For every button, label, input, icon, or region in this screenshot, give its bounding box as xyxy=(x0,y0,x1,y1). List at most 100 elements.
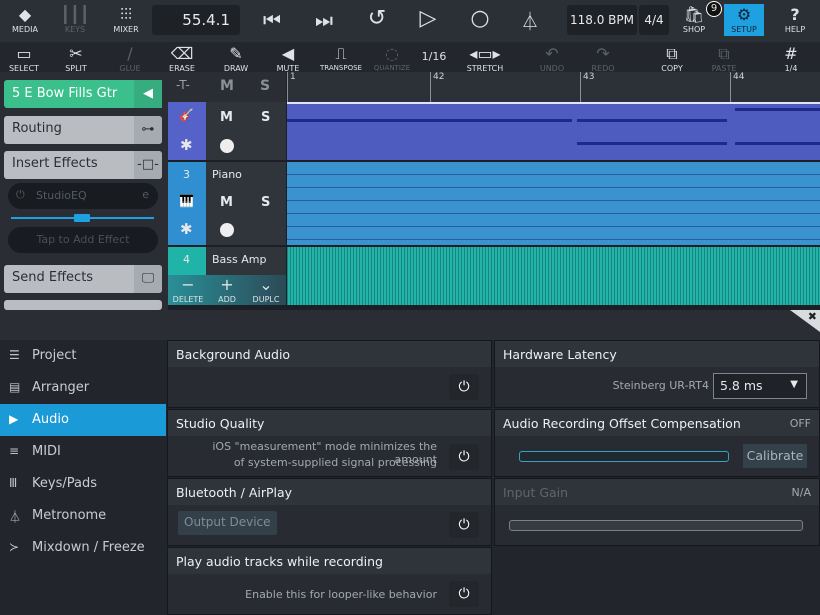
copy-icon: ⧉ xyxy=(666,44,678,63)
add-track-button[interactable]: + ADD xyxy=(210,275,244,304)
mute-tool[interactable]: ◀ MUTE xyxy=(270,44,306,73)
position-display[interactable]: 55.4.1 xyxy=(152,5,240,35)
midi-note[interactable] xyxy=(287,119,572,122)
metronome-icon: ⏃ xyxy=(9,510,22,524)
select-tool[interactable]: ▭ SELECT xyxy=(4,44,44,73)
delete-track-button[interactable]: − DELETE xyxy=(170,275,206,304)
description: of system-supplied signal processing xyxy=(233,456,437,469)
mute-button[interactable]: M xyxy=(220,195,233,210)
forward-icon[interactable]: ⏭ xyxy=(310,8,338,32)
duplicate-track-button[interactable]: ⌄ DUPLC xyxy=(248,275,284,304)
bluetooth-toggle[interactable]: ⏻ xyxy=(449,512,479,538)
output-device-button[interactable]: Output Device xyxy=(178,511,277,535)
effect-slot-studioeq[interactable]: ⏻ StudioEQ e xyxy=(8,183,158,209)
mute-all-button[interactable]: M xyxy=(220,78,234,94)
bar-marker: 43 xyxy=(580,72,594,102)
freeze-icon[interactable]: ✱ xyxy=(180,136,193,154)
nav-keys-pads[interactable]: Ⅲ Keys/Pads xyxy=(0,468,166,500)
midi-icon: ≡ xyxy=(9,444,20,458)
selected-track-header[interactable]: 5 E Bow Fills Gtr ◀ xyxy=(4,80,162,108)
split-tool[interactable]: ✂ SPLIT xyxy=(58,44,94,73)
add-effect-slot[interactable]: Tap to Add Effect xyxy=(8,227,158,253)
power-icon[interactable]: ⏻ xyxy=(16,188,25,202)
bluetooth-airplay-card: Bluetooth / AirPlay Output Device ⏻ xyxy=(167,478,492,546)
piano-icon: 🎹 xyxy=(179,194,194,208)
midi-note[interactable] xyxy=(577,142,727,145)
solo-button[interactable]: S xyxy=(261,195,270,210)
record-arm-button[interactable] xyxy=(220,223,234,237)
lane-gtr[interactable] xyxy=(287,102,820,160)
nav-midi[interactable]: ≡ MIDI xyxy=(0,436,166,468)
nav-arranger[interactable]: ▤ Arranger xyxy=(0,372,166,404)
play-icon[interactable]: ▷ xyxy=(414,6,442,31)
send-effects-button[interactable]: Send Effects 🖵 xyxy=(4,265,162,293)
tempo-display[interactable]: 118.0 BPM xyxy=(567,5,637,35)
track-header-5[interactable]: 🎸 ✱ M S xyxy=(168,102,286,160)
redo-button[interactable]: ↷ REDO xyxy=(585,44,621,73)
offset-slider[interactable] xyxy=(519,451,729,462)
studio-quality-toggle[interactable]: ⏻ xyxy=(449,444,479,470)
copy-button[interactable]: ⧉ COPY xyxy=(654,44,690,73)
bar-marker: 44 xyxy=(730,72,744,102)
midi-note[interactable] xyxy=(735,108,820,111)
track-name[interactable]: Piano xyxy=(212,168,242,181)
draw-tool[interactable]: ✎ DRAW xyxy=(218,44,254,73)
solo-button[interactable]: S xyxy=(261,110,270,125)
calibrate-button[interactable]: Calibrate xyxy=(743,444,807,468)
setup-button[interactable]: ⚙ SETUP xyxy=(724,4,764,36)
loop-icon[interactable]: ↺ xyxy=(362,6,392,31)
background-audio-toggle[interactable]: ⏻ xyxy=(449,374,479,400)
insert-effects-button[interactable]: Insert Effects -□- xyxy=(4,151,162,179)
nav-mixdown-freeze[interactable]: ≻ Mixdown / Freeze xyxy=(0,532,166,564)
transpose-tool[interactable]: ⎍ TRANSPOSE xyxy=(318,44,364,72)
next-section-button[interactable] xyxy=(4,300,162,310)
eraser-icon: ⌫ xyxy=(170,44,194,63)
automation-icon[interactable]: -T- xyxy=(176,78,190,92)
routing-button[interactable]: Routing ⊶ xyxy=(4,116,162,144)
undo-button[interactable]: ↶ UNDO xyxy=(534,44,570,73)
nav-metronome[interactable]: ⏃ Metronome xyxy=(0,500,166,532)
latency-dropdown[interactable]: 5.8 ms ▼ xyxy=(713,373,807,399)
lane-piano[interactable] xyxy=(287,162,820,245)
lane-bass-amp[interactable] xyxy=(287,247,820,305)
keys-button[interactable]: ┃┃┃ KEYS xyxy=(58,5,92,34)
solo-all-button[interactable]: S xyxy=(260,78,270,94)
nav-label: Audio xyxy=(32,412,69,427)
effect-reorder-handle[interactable] xyxy=(74,214,90,222)
quantize-tool[interactable]: ◌ QUANTIZE xyxy=(370,44,414,72)
midi-note[interactable] xyxy=(577,119,727,122)
nav-audio[interactable]: ▶ Audio xyxy=(0,404,166,436)
nav-project[interactable]: ☰ Project xyxy=(0,340,166,372)
track-name[interactable]: Bass Amp xyxy=(212,253,266,266)
rewind-icon[interactable]: ⏮ xyxy=(258,8,286,32)
track-header-bass[interactable]: 4 Bass Amp − DELETE + ADD ⌄ DUPLC xyxy=(168,247,286,305)
chevron-down-icon: ⌄ xyxy=(259,275,273,294)
stretch-tool[interactable]: ◂▭▸ STRETCH xyxy=(464,44,506,73)
track-header-piano[interactable]: 3 Piano 🎹 ✱ M S xyxy=(168,162,286,245)
timeline-ruler[interactable]: 1 42 43 44 xyxy=(287,72,820,102)
grid-button[interactable]: #1/4 xyxy=(774,44,808,73)
erase-tool[interactable]: ⌫ ERASE xyxy=(164,44,200,73)
record-icon[interactable]: ○ xyxy=(466,6,494,31)
midi-note[interactable] xyxy=(735,142,820,145)
collapse-arrow-icon[interactable]: ◀ xyxy=(134,80,162,108)
mute-button[interactable]: M xyxy=(220,110,233,125)
add-label: ADD xyxy=(218,295,236,304)
freeze-icon[interactable]: ✱ xyxy=(180,220,193,238)
metronome-icon[interactable]: ⏃ xyxy=(516,8,544,34)
play-while-recording-toggle[interactable]: ⏻ xyxy=(449,581,479,607)
signature-display[interactable]: 4/4 xyxy=(639,5,669,35)
glue-tool[interactable]: / GLUE xyxy=(112,44,148,73)
dropdown-arrow-icon: ▼ xyxy=(790,379,798,390)
record-arm-button[interactable] xyxy=(220,139,234,153)
media-button[interactable]: ◆ MEDIA xyxy=(8,5,42,34)
input-gain-slider[interactable] xyxy=(509,520,803,531)
paste-button[interactable]: ⧉ PASTE xyxy=(706,44,742,73)
help-button[interactable]: ? HELP xyxy=(780,5,810,34)
edit-effect-icon[interactable]: e xyxy=(142,188,149,201)
nav-label: MIDI xyxy=(32,444,61,459)
mixer-button[interactable]: ⫶⫶⫶ MIXER xyxy=(108,5,144,34)
quantize-value[interactable]: 1/16 xyxy=(416,50,452,63)
select-icon: ▭ xyxy=(16,44,32,63)
help-label: HELP xyxy=(784,25,806,34)
